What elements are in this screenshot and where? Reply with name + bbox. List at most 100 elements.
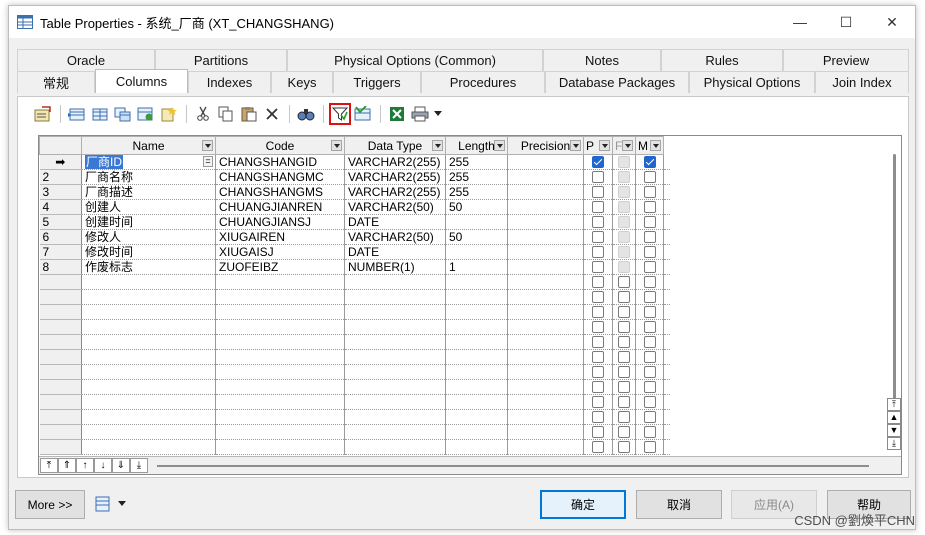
tab-physical-options-common[interactable]: Physical Options (Common) — [287, 49, 543, 71]
ok-button[interactable]: 确定 — [540, 490, 626, 519]
scrollbar-thumb[interactable] — [893, 154, 896, 402]
checkbox-foreign[interactable] — [618, 396, 630, 408]
cell-data-type[interactable]: VARCHAR2(255) — [344, 169, 446, 185]
tab-physical-options[interactable]: Physical Options — [689, 71, 815, 93]
cell-name[interactable] — [81, 364, 216, 380]
cell-code[interactable] — [215, 409, 345, 425]
cell-code[interactable] — [215, 364, 345, 380]
cell-precision[interactable] — [507, 289, 584, 305]
chevron-down-icon[interactable] — [599, 140, 610, 151]
cell-code[interactable] — [215, 319, 345, 335]
chevron-down-icon[interactable] — [331, 140, 342, 151]
cell-precision[interactable] — [507, 199, 584, 215]
cell-name[interactable]: 厂商名称 — [81, 169, 216, 185]
row-number[interactable] — [39, 424, 82, 440]
checkbox-mandatory[interactable] — [643, 306, 656, 318]
cell-length[interactable]: 255 — [445, 154, 508, 170]
cell-name[interactable]: 创建时间 — [81, 214, 216, 230]
checkbox-mandatory[interactable] — [643, 396, 656, 408]
checkbox-mandatory[interactable] — [643, 261, 656, 273]
maximize-button[interactable]: ☐ — [823, 6, 869, 38]
add-row-icon[interactable] — [66, 103, 88, 125]
cell-code[interactable]: CHUANGJIANSJ — [215, 214, 345, 230]
move-up-icon[interactable]: ↑ — [76, 458, 94, 473]
cell-code[interactable]: CHANGSHANGMC — [215, 169, 345, 185]
move-top-icon[interactable]: ⤒ — [40, 458, 58, 473]
checkbox-primary[interactable] — [592, 246, 604, 258]
move-down-icon[interactable]: ↓ — [94, 458, 112, 473]
close-button[interactable]: ✕ — [869, 6, 915, 38]
tab-preview[interactable]: Preview — [783, 49, 909, 71]
checkbox-primary[interactable] — [592, 276, 604, 288]
chevron-down-icon[interactable] — [650, 140, 661, 151]
cell-data-type[interactable] — [344, 364, 446, 380]
cell-length[interactable]: 50 — [445, 199, 508, 215]
checkbox-mandatory[interactable] — [643, 156, 656, 168]
delete-icon[interactable] — [261, 103, 283, 125]
cell-length[interactable] — [445, 214, 508, 230]
row-number[interactable] — [39, 304, 82, 320]
cell-data-type[interactable] — [344, 319, 446, 335]
checkbox-primary[interactable] — [592, 156, 604, 168]
row-number[interactable]: 8 — [39, 259, 82, 275]
cell-precision[interactable] — [507, 169, 584, 185]
cell-length[interactable] — [445, 304, 508, 320]
cell-length[interactable]: 255 — [445, 184, 508, 200]
customize-columns-icon[interactable] — [352, 103, 374, 125]
cell-data-type[interactable] — [344, 424, 446, 440]
cell-length[interactable] — [445, 244, 508, 260]
cell-name[interactable] — [81, 424, 216, 440]
checkbox-foreign[interactable] — [618, 411, 630, 423]
cell-precision[interactable] — [507, 394, 584, 410]
checkbox-foreign[interactable] — [618, 291, 630, 303]
row-number[interactable]: 7 — [39, 244, 82, 260]
cell-data-type[interactable]: VARCHAR2(50) — [344, 199, 446, 215]
table-row[interactable] — [39, 319, 670, 335]
checkbox-primary[interactable] — [592, 261, 604, 273]
cell-data-type[interactable] — [344, 289, 446, 305]
filter-icon[interactable] — [329, 103, 351, 125]
chevron-down-icon[interactable] — [202, 140, 213, 151]
cell-name[interactable] — [81, 319, 216, 335]
checkbox-primary[interactable] — [592, 441, 604, 453]
cell-length[interactable] — [445, 334, 508, 350]
cell-code[interactable]: CHANGSHANGID — [215, 154, 345, 170]
cell-name[interactable] — [81, 349, 216, 365]
table-row[interactable]: 3 厂商描述 CHANGSHANGMS VARCHAR2(255) 255 — [39, 184, 670, 200]
tab-oracle[interactable]: Oracle — [17, 49, 155, 71]
move-page-up-icon[interactable]: ⇑ — [58, 458, 76, 473]
horizontal-scrollbar[interactable] — [157, 465, 869, 467]
checkbox-mandatory[interactable] — [643, 276, 656, 288]
checkbox-primary[interactable] — [592, 171, 604, 183]
cell-precision[interactable] — [507, 334, 584, 350]
cell-name[interactable] — [81, 409, 216, 425]
cell-precision[interactable] — [507, 409, 584, 425]
scroll-bottom-icon[interactable]: ⤓ — [887, 437, 901, 450]
row-number[interactable] — [39, 274, 82, 290]
column-header-data-type[interactable]: Data Type — [344, 136, 446, 155]
checkbox-primary[interactable] — [592, 186, 604, 198]
row-number[interactable]: 5 — [39, 214, 82, 230]
tab-procedures[interactable]: Procedures — [421, 71, 545, 93]
move-page-down-icon[interactable]: ⇓ — [112, 458, 130, 473]
cell-code[interactable]: CHUANGJIANREN — [215, 199, 345, 215]
table-row[interactable]: 7 修改时间 XIUGAISJ DATE — [39, 244, 670, 260]
expression-button[interactable]: = — [203, 156, 213, 167]
minimize-button[interactable]: — — [777, 6, 823, 38]
cell-name[interactable] — [81, 304, 216, 320]
reuse-columns-icon[interactable] — [135, 103, 157, 125]
cell-precision[interactable] — [507, 319, 584, 335]
cell-data-type[interactable]: DATE — [344, 244, 446, 260]
checkbox-foreign[interactable] — [618, 171, 630, 183]
cell-precision[interactable] — [507, 274, 584, 290]
table-row[interactable] — [39, 274, 670, 290]
checkbox-foreign[interactable] — [618, 366, 630, 378]
cell-code[interactable]: CHANGSHANGMS — [215, 184, 345, 200]
table-row[interactable] — [39, 349, 670, 365]
checkbox-primary[interactable] — [592, 336, 604, 348]
cell-length[interactable] — [445, 349, 508, 365]
checkbox-foreign[interactable] — [618, 246, 630, 258]
checkbox-primary[interactable] — [592, 411, 604, 423]
cell-precision[interactable] — [507, 379, 584, 395]
cell-data-type[interactable]: VARCHAR2(255) — [344, 154, 446, 170]
